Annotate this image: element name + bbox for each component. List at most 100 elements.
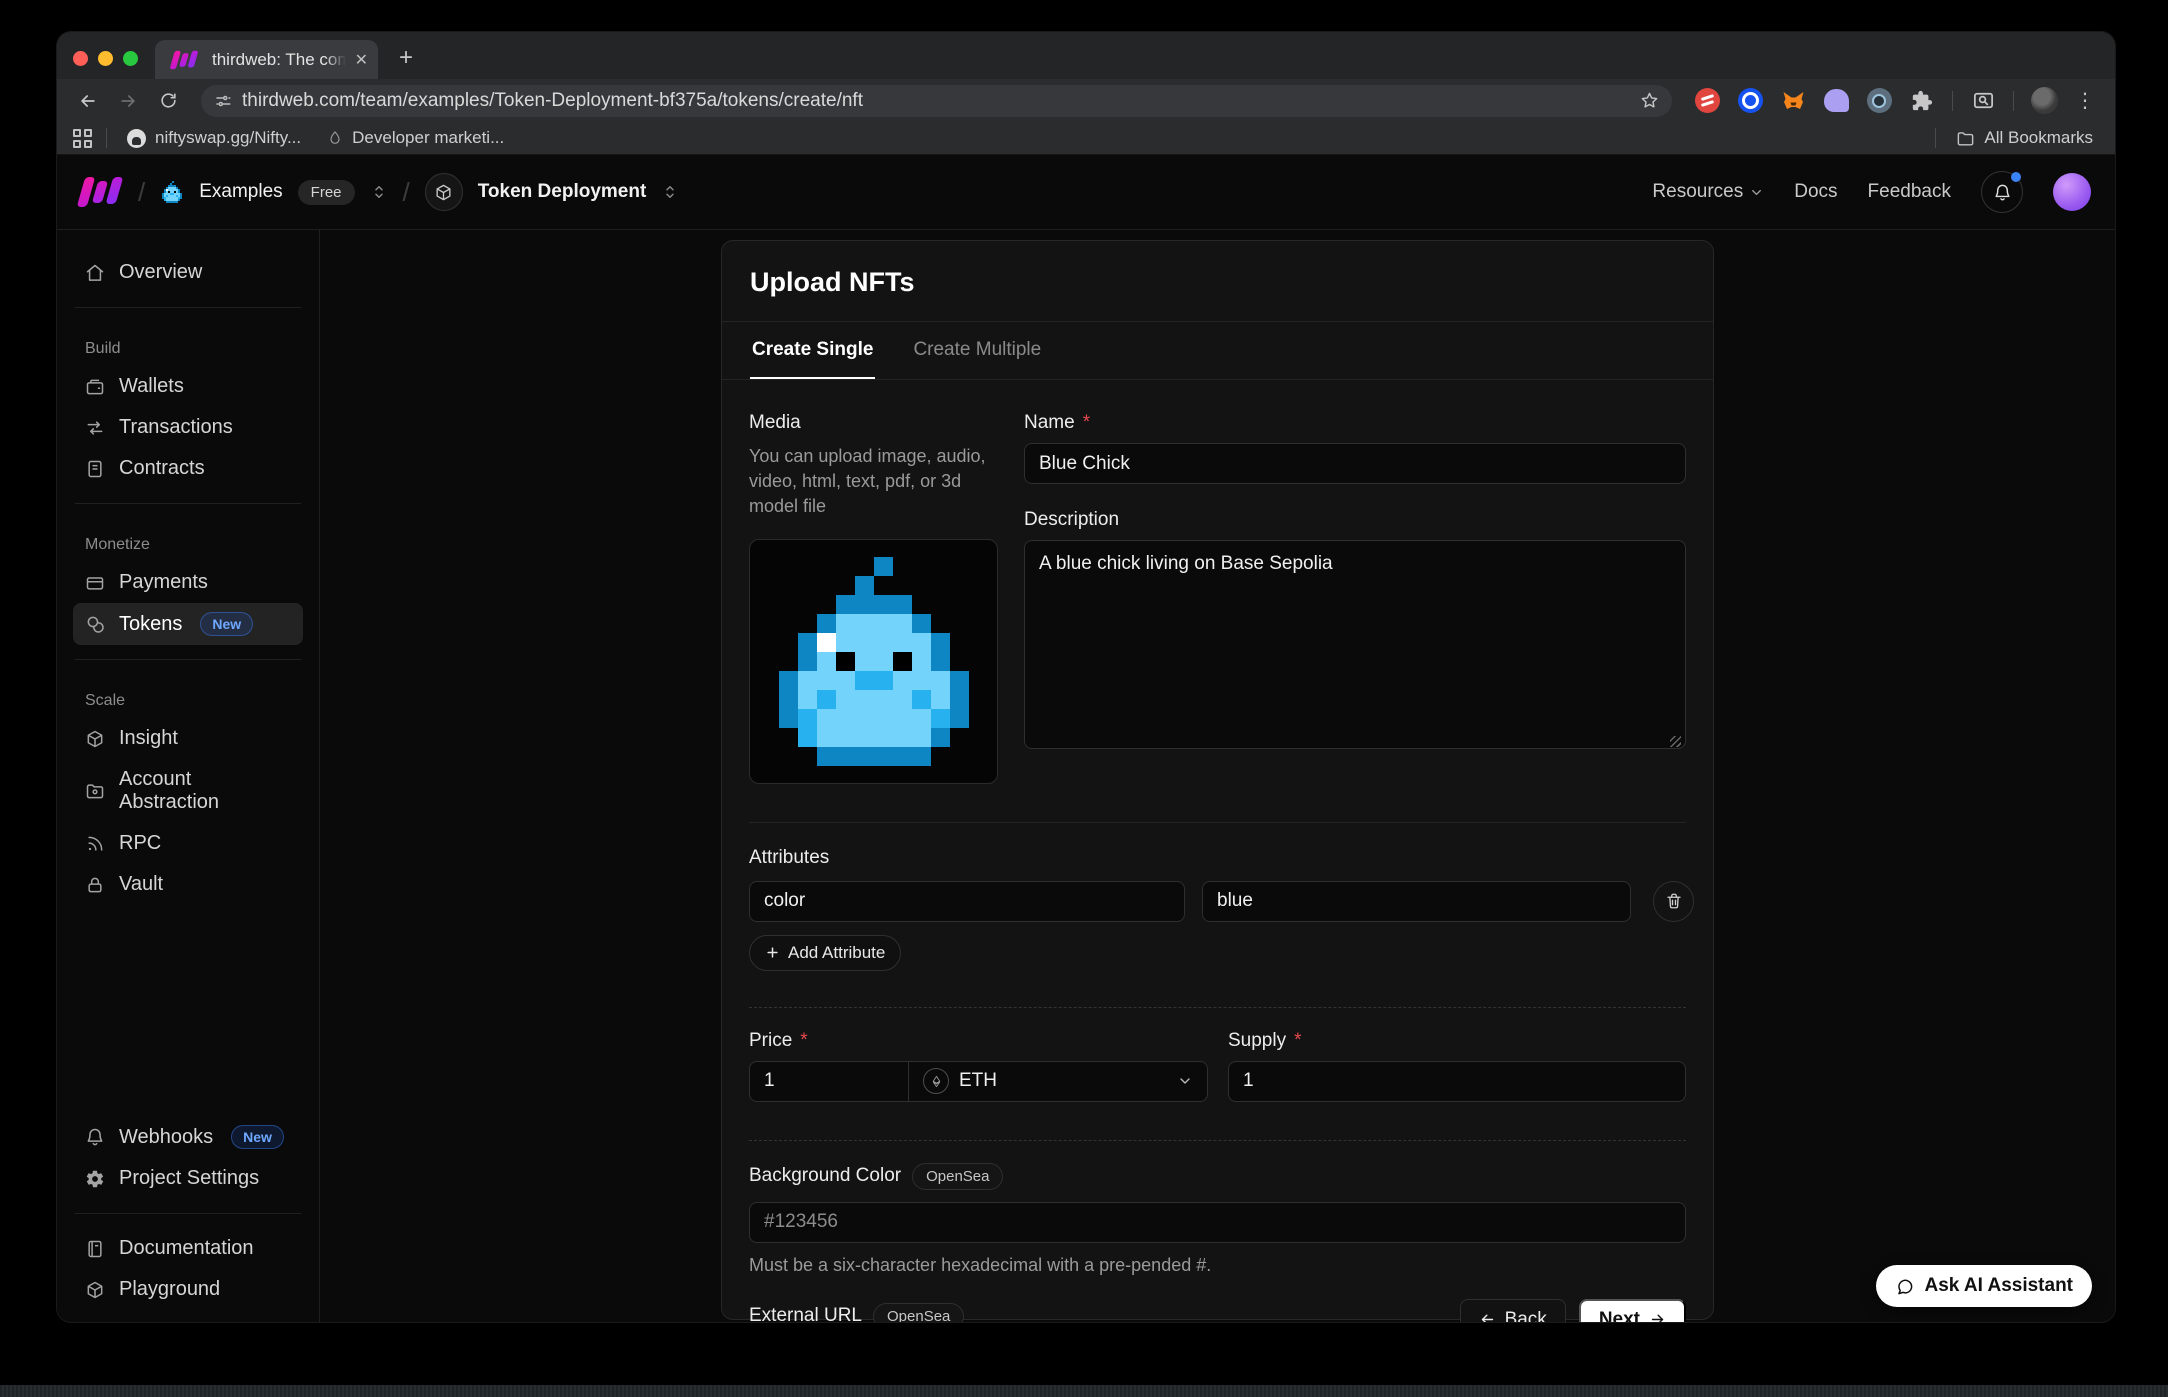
next-button[interactable]: Next [1579,1299,1686,1322]
window-minimize-button[interactable] [98,51,113,66]
window-zoom-button[interactable] [123,51,138,66]
browser-window: thirdweb: The complete web3 ✕ + thirdweb… [57,32,2115,1322]
tab-create-multiple[interactable]: Create Multiple [911,322,1043,379]
attribute-key-input[interactable] [749,881,1185,922]
window-close-button[interactable] [73,51,88,66]
folder-icon [85,781,105,801]
notification-dot [2011,172,2021,182]
cube-icon [434,183,453,202]
extension-coinbase-icon[interactable] [1737,88,1763,114]
user-avatar[interactable] [2053,173,2091,211]
sidebar-item-insight[interactable]: Insight [73,718,303,759]
upload-nfts-card: Upload NFTs Create Single Create Multipl… [721,240,1714,1320]
ask-ai-assistant-button[interactable]: Ask AI Assistant [1876,1265,2092,1307]
tab-close-icon[interactable]: ✕ [355,50,368,70]
docs-link[interactable]: Docs [1794,181,1837,203]
eth-icon [923,1068,949,1094]
breadcrumb-project[interactable]: Token Deployment [478,181,647,203]
extension-red-icon[interactable] [1694,88,1720,114]
tab-create-single[interactable]: Create Single [750,322,875,379]
book-icon [85,1239,105,1259]
breadcrumb-separator: / [138,177,145,208]
all-bookmarks-label: All Bookmarks [1984,128,2093,148]
sidebar-item-documentation[interactable]: Documentation [73,1228,303,1269]
back-button[interactable]: Back [1460,1299,1566,1322]
notifications-button[interactable] [1981,171,2023,213]
sidebar-item-contracts[interactable]: Contracts [73,448,303,489]
description-textarea[interactable]: A blue chick living on Base Sepolia [1024,540,1686,749]
breadcrumb-separator: / [403,177,410,208]
create-tabs: Create Single Create Multiple [722,322,1713,380]
add-attribute-button[interactable]: Add Attribute [749,935,901,971]
resize-grip[interactable] [1670,736,1681,747]
new-badge: New [200,612,253,636]
folder-icon [1956,129,1975,148]
url-text: thirdweb.com/team/examples/Token-Deploym… [242,90,1630,112]
credit-card-icon [85,573,105,593]
sidebar-section-build: Build [85,340,291,358]
thirdweb-logo[interactable] [77,177,124,207]
reload-button[interactable] [151,84,185,118]
sidebar-item-tokens[interactable]: Tokens New [73,603,303,645]
all-bookmarks-button[interactable]: All Bookmarks [1950,125,2099,151]
required-asterisk: * [1294,1030,1301,1052]
browser-tab[interactable]: thirdweb: The complete web3 ✕ [155,40,378,79]
sidebar-divider [75,1213,301,1214]
toolbar-divider [2013,91,2014,111]
project-switcher-icon[interactable] [661,183,679,201]
media-preview[interactable] [749,539,998,784]
sidebar-item-payments[interactable]: Payments [73,562,303,603]
reload-icon [159,91,178,110]
extension-phantom-icon[interactable] [1823,88,1849,114]
nft-pixel-art-image [760,557,988,766]
name-label: Name * [1024,412,1686,434]
new-tab-button[interactable]: + [392,44,420,72]
supply-label: Supply * [1228,1030,1686,1052]
fox-icon [1781,89,1806,113]
name-input[interactable] [1024,443,1686,484]
extension-metamask-icon[interactable] [1780,88,1806,114]
delete-attribute-button[interactable] [1653,881,1694,922]
chrome-menu-icon[interactable]: ⋮ [2075,91,2095,111]
resources-menu[interactable]: Resources [1652,181,1764,203]
sidebar-item-rpc[interactable]: RPC [73,823,303,864]
extensions-puzzle-icon[interactable] [1909,88,1935,114]
sidebar: Overview Build Wallets Transactions Co [57,230,320,1322]
background-color-input[interactable] [749,1202,1686,1243]
breadcrumb-team[interactable]: Examples [199,181,282,203]
sidebar-item-wallets[interactable]: Wallets [73,366,303,407]
bookmark-star-icon[interactable] [1640,91,1659,110]
price-input[interactable] [750,1062,908,1101]
sidebar-item-project-settings[interactable]: Project Settings [73,1158,303,1199]
bookmark-item-developer-marketing[interactable]: Developer marketi... [321,125,510,151]
sidebar-item-account-abstraction[interactable]: Account Abstraction [73,759,303,823]
tab-search-icon[interactable] [1970,88,1996,114]
sidebar-item-overview[interactable]: Overview [73,252,303,293]
new-badge: New [231,1125,284,1149]
address-bar[interactable]: thirdweb.com/team/examples/Token-Deploym… [201,85,1672,117]
extension-grey-icon[interactable] [1866,88,1892,114]
team-switcher-icon[interactable] [370,183,388,201]
sidebar-item-transactions[interactable]: Transactions [73,407,303,448]
bookmark-item-niftyswap[interactable]: niftyswap.gg/Nifty... [121,125,307,151]
sidebar-divider [75,503,301,504]
apps-grid-icon[interactable] [73,129,92,148]
attribute-value-input[interactable] [1202,881,1631,922]
sidebar-item-playground[interactable]: Playground [73,1269,303,1310]
lock-icon [85,875,105,895]
price-supply-section: Price * [749,1008,1686,1141]
supply-input[interactable] [1228,1061,1686,1102]
site-settings-icon[interactable] [214,92,232,110]
sidebar-item-webhooks[interactable]: Webhooks New [73,1116,303,1158]
extension-icons: ⋮ [1688,87,2101,114]
back-button[interactable] [71,84,105,118]
bookmark-label: niftyswap.gg/Nifty... [155,128,301,148]
app-navbar: / Examples Free / Token Deployment Reso [57,155,2115,230]
feedback-link[interactable]: Feedback [1868,181,1951,203]
desktop-background: thirdweb: The complete web3 ✕ + thirdweb… [0,0,2168,1397]
forward-button[interactable] [111,84,145,118]
browser-profile-avatar[interactable] [2031,87,2058,114]
sidebar-item-vault[interactable]: Vault [73,864,303,905]
currency-select[interactable]: ETH [908,1062,1207,1101]
bookmark-label: Developer marketi... [352,128,504,148]
